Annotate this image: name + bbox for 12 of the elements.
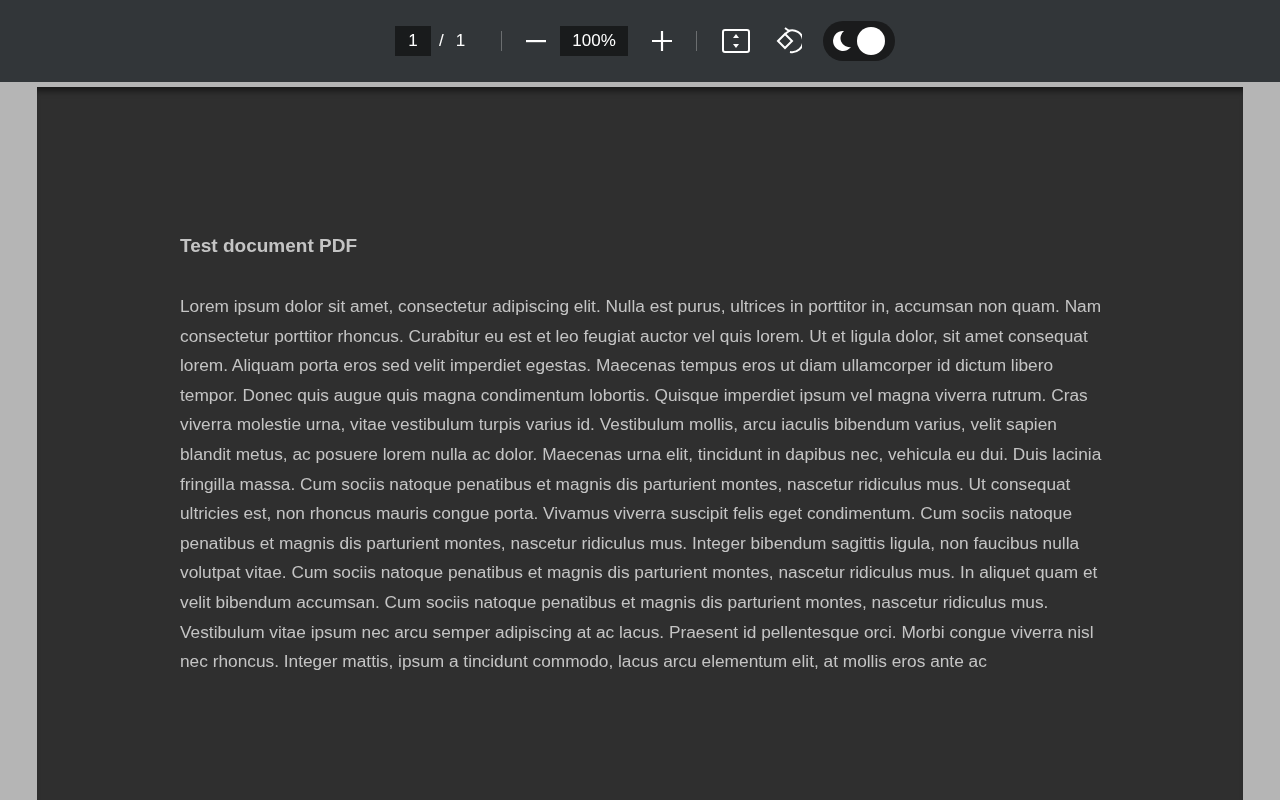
zoom-field[interactable]: 100% [560, 26, 629, 56]
page-separator: / [438, 30, 444, 53]
page-total: 1 [455, 30, 466, 53]
toggle-knob [857, 27, 886, 55]
rotate-icon [774, 27, 803, 55]
document-paragraph: Lorem ipsum dolor sit amet, consectetur adipiscing elit. Nulla est purus, ultrices in porttitor in, accumsan non quam. Nam consectetur porttitor rhoncus. Curabitur eu est et leo feugiat auctor vel quis lorem. Ut et ligula dolor, sit amet consequat lorem. Aliquam porta eros sed velit imperdiet egestas. Maecenas tempus eros ut diam ullamcorper id dictum libero tempor. Donec quis augue quis magna condimentum lobortis. Quisque imperdiet ipsum vel magna viverra rutrum. Cras viverra molestie urna, vitae vestibulum turpis varius id. Vestibulum mollis, arcu iaculis bibendum varius, velit sapien blandit metus, ac posuere lorem nulla ac dolor. Maecenas urna elit, tincidunt in dapibus nec, vehicula eu dui. Duis lacinia fringilla massa. Cum sociis natoque penatibus et magnis dis parturient montes, nascetur ridiculus mus. Ut consequat ultricies est, non rhoncus mauris congue porta. Vivamus viverra suscipit felis eget condimentum. Cum sociis natoque penatibus et magnis dis parturient montes, nascetur ridiculus mus. Integer bibendum sagittis ligula, non faucibus nulla volutpat vitae. Cum sociis natoque penatibus et magnis dis parturient montes, nascetur ridiculus mus. In aliquet quam et velit bibendum accumsan. Cum sociis natoque penatibus et magnis dis parturient montes, nascetur ridiculus mus. Vestibulum vitae ipsum nec arcu semper adipiscing at ac lacus. Praesent id pellentesque orci. Morbi congue viverra nisl nec rhoncus. Integer mattis, ipsum a tincidunt commodo, lacus arcu elementum elit, at mollis eros ante ac [180, 295, 1102, 674]
minus-icon [526, 39, 547, 43]
fit-page-icon [722, 29, 751, 53]
plus-icon [652, 31, 673, 51]
page-number-field[interactable]: 1 [394, 26, 431, 56]
document-title: Test document PDF [180, 234, 358, 258]
dark-mode-toggle[interactable] [823, 21, 896, 61]
